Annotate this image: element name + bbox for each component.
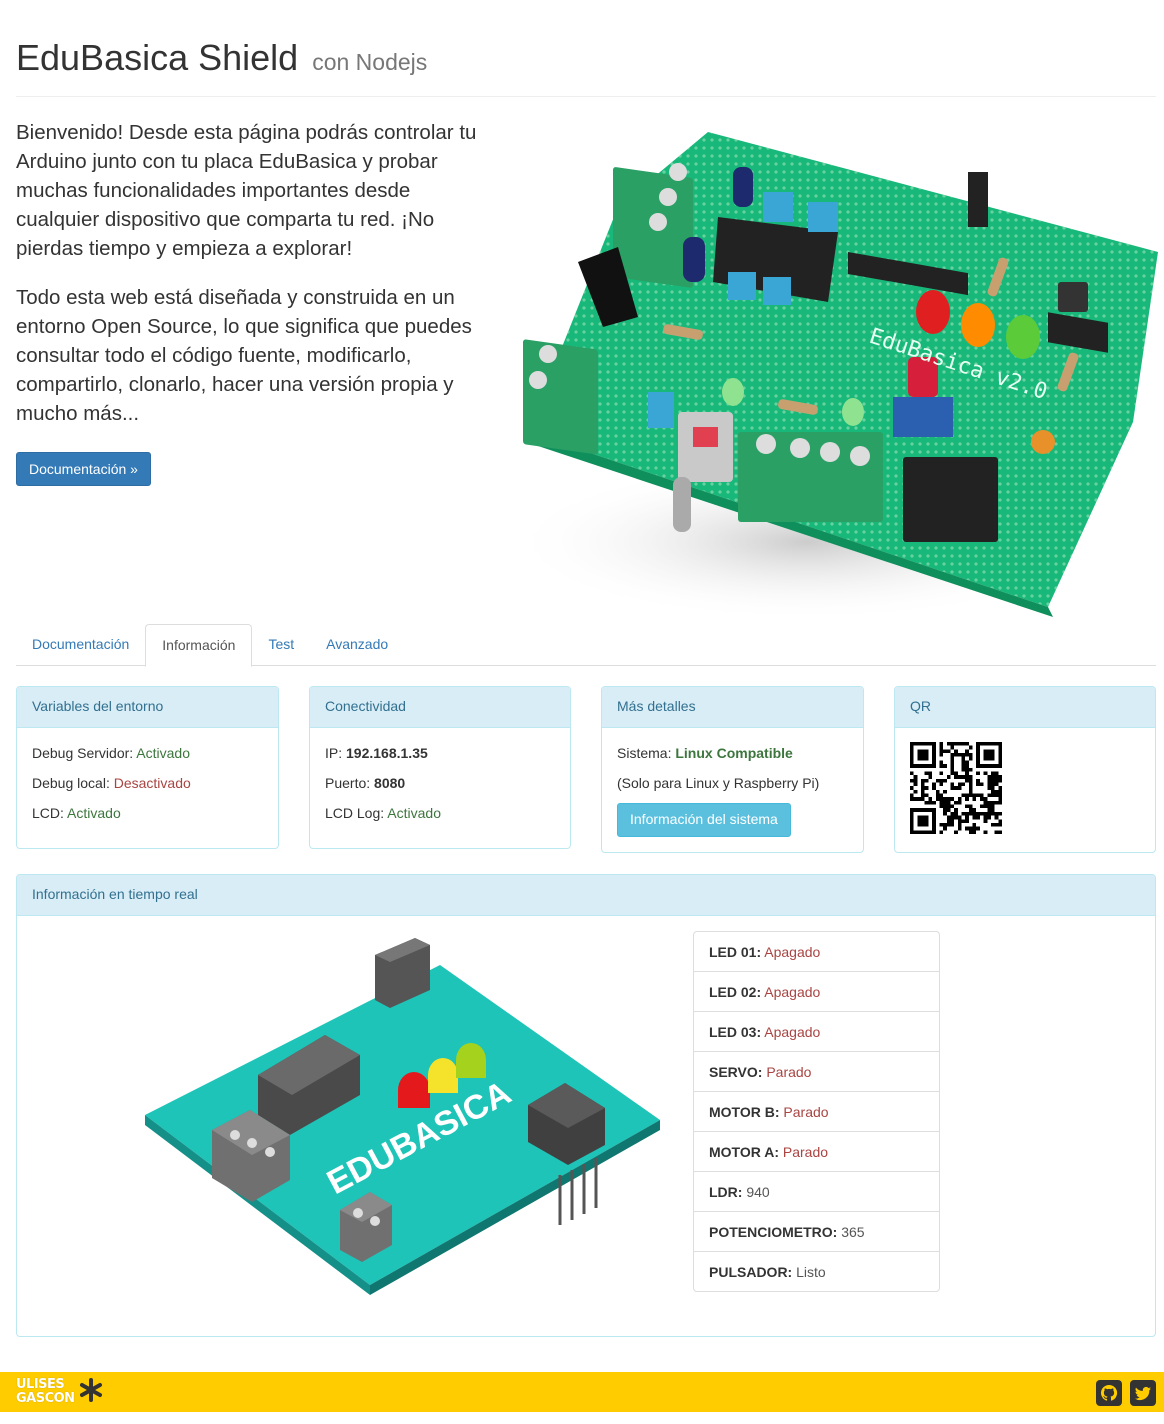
system-info-button[interactable]: Información del sistema	[617, 803, 791, 837]
panel-title: Información en tiempo real	[17, 875, 1155, 916]
list-item: POTENCIOMETRO: 365	[693, 1211, 940, 1252]
conn-row: Puerto: 8080	[325, 775, 406, 791]
status-value: Parado	[783, 1104, 829, 1120]
board-illustration: EduBasica v2.0	[508, 132, 1158, 622]
panel-title: Más detalles	[602, 687, 863, 728]
intro-paragraph-2: Todo esta web está diseñada y construida…	[16, 286, 472, 425]
env-row: LCD: Activado	[32, 805, 121, 821]
status-value: Parado	[782, 1144, 829, 1160]
page-subtitle: con Nodejs	[312, 49, 428, 75]
list-item: LED 03: Apagado	[693, 1011, 940, 1052]
footer-logo[interactable]: ULISES GASCON	[16, 1378, 75, 1406]
conn-row: IP: 192.168.1.35	[325, 745, 428, 761]
env-row: Debug local: Desactivado	[32, 775, 191, 791]
list-item: LED 02: Apagado	[693, 971, 940, 1012]
page-title: EduBasica Shield con Nodejs	[16, 37, 428, 78]
list-item: SERVO: Parado	[693, 1051, 940, 1092]
status-value: Desactivado	[113, 775, 191, 791]
twitter-icon[interactable]	[1130, 1380, 1156, 1406]
status-value: 940	[746, 1184, 770, 1200]
qr-code	[910, 742, 1002, 834]
panel-env-variables: Variables del entorno Debug Servidor: Ac…	[16, 686, 279, 849]
system-value: Linux Compatible	[675, 745, 793, 761]
tab-documentacion[interactable]: Documentación	[16, 624, 145, 666]
edubasica-isometric-illustration: EDUBASICA	[145, 938, 660, 1295]
panel-details: Más detalles Sistema: Linux Compatible (…	[601, 686, 864, 853]
list-item: LDR: 940	[693, 1171, 940, 1212]
status-value: Apagado	[764, 944, 821, 960]
page-header: EduBasica Shield con Nodejs	[16, 36, 1156, 97]
status-value: Apagado	[764, 984, 821, 1000]
panel-qr: QR	[894, 686, 1156, 853]
conn-row: LCD Log: Activado	[325, 805, 441, 821]
documentation-button[interactable]: Documentación »	[16, 452, 151, 486]
list-item: MOTOR B: Parado	[693, 1091, 940, 1132]
footer: ULISES GASCON	[0, 1372, 1164, 1412]
ip-value: 192.168.1.35	[346, 745, 428, 761]
status-value: Activado	[136, 745, 190, 761]
github-icon[interactable]	[1096, 1380, 1122, 1406]
panel-title: QR	[895, 687, 1155, 728]
tab-test[interactable]: Test	[252, 624, 310, 666]
list-item: PULSADOR: Listo	[693, 1251, 940, 1292]
intro-section: Bienvenido! Desde esta página podrás con…	[16, 118, 486, 486]
list-item: MOTOR A: Parado	[693, 1131, 940, 1172]
port-value: 8080	[374, 775, 406, 791]
env-row: Debug Servidor: Activado	[32, 745, 190, 761]
status-value: Activado	[67, 805, 121, 821]
tab-bar: Documentación Información Test Avanzado	[16, 624, 1156, 667]
panel-title: Variables del entorno	[17, 687, 278, 728]
status-value: Listo	[796, 1264, 826, 1280]
intro-paragraph-1: Bienvenido! Desde esta página podrás con…	[16, 121, 477, 260]
asterisk-logo-icon	[80, 1378, 102, 1402]
tab-informacion[interactable]: Información	[145, 624, 253, 667]
status-value: 365	[841, 1224, 865, 1240]
panel-title: Conectividad	[310, 687, 570, 728]
panel-connectivity: Conectividad IP: 192.168.1.35 Puerto: 80…	[309, 686, 571, 849]
tab-avanzado[interactable]: Avanzado	[310, 624, 404, 666]
edubasica-board-photo: EduBasica v2.0	[508, 112, 1164, 622]
system-note: (Solo para Linux y Raspberry Pi)	[617, 775, 820, 791]
list-item: LED 01: Apagado	[693, 931, 940, 972]
status-value: Apagado	[764, 1024, 821, 1040]
system-row: Sistema: Linux Compatible	[617, 745, 793, 761]
status-value: Activado	[387, 805, 441, 821]
status-value: Parado	[766, 1064, 812, 1080]
realtime-status-list: LED 01: Apagado LED 02: Apagado LED 03: …	[693, 931, 940, 1292]
